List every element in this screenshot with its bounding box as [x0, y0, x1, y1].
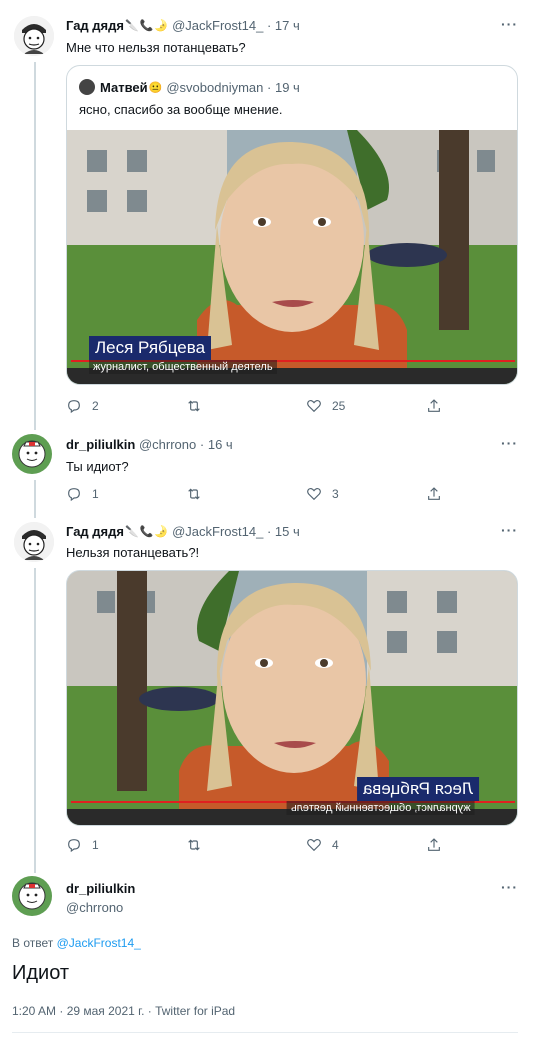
avatar[interactable] — [12, 434, 52, 474]
timestamp[interactable]: 15 ч — [275, 524, 300, 539]
share-button[interactable] — [426, 398, 456, 414]
tweet-header: Гад дядя 🔪 📞 🌛 @JackFrost14_ · 17 ч — [66, 18, 300, 33]
reply-prefix: В ответ — [12, 936, 54, 950]
avatar[interactable] — [14, 16, 54, 56]
display-name[interactable]: dr_piliulkin — [66, 881, 135, 896]
handle[interactable]: @chrrono — [66, 900, 123, 915]
moon-emoji-icon: 🌛 — [154, 20, 169, 32]
video-subcaption: журналист, общественный деятель — [287, 801, 475, 815]
smile-emoji-icon: 😐 — [148, 81, 163, 94]
tweet-text: Ты идиот? — [66, 459, 129, 474]
display-name: Матвей — [100, 79, 148, 95]
handle: @svobodniyman — [166, 79, 264, 95]
like-count: 25 — [332, 399, 346, 413]
reply-icon — [68, 400, 80, 414]
reply-button[interactable]: 2 — [66, 398, 186, 414]
retweet-icon — [188, 400, 200, 412]
reply-count: 1 — [92, 838, 99, 852]
avatar[interactable] — [14, 522, 54, 562]
video-subcaption: журналист, общественный деятель — [89, 360, 277, 374]
reply-count: 1 — [92, 487, 99, 501]
quoted-header: Матвей 😐 @svobodniyman · 19 ч — [79, 79, 300, 95]
tweet-text: Идиот — [12, 962, 70, 984]
video-caption: Леся Рябцева — [89, 336, 212, 360]
retweet-icon — [188, 488, 200, 500]
video-caption: Леся Рябцева — [357, 777, 480, 801]
retweet-button[interactable] — [186, 837, 306, 853]
retweet-button[interactable] — [186, 398, 306, 414]
phone-emoji-icon: 📞 — [139, 526, 154, 538]
separator: · — [267, 79, 272, 95]
reply-button[interactable]: 1 — [66, 837, 186, 853]
video-player[interactable]: Леся Рябцева журналист, общественный дея… — [67, 130, 517, 384]
separator: · — [266, 18, 272, 33]
like-button[interactable]: 3 — [306, 486, 426, 502]
knife-emoji-icon: 🔪 — [124, 526, 139, 538]
phone-emoji-icon: 📞 — [139, 20, 154, 32]
heart-icon — [307, 488, 321, 501]
more-options-icon[interactable]: ··· — [501, 16, 518, 32]
heart-icon — [307, 839, 321, 852]
quoted-text: ясно, спасибо за вообще мнение. — [79, 102, 283, 117]
like-count: 4 — [332, 838, 339, 852]
quoted-tweet[interactable]: Матвей 😐 @svobodniyman · 19 ч ясно, спас… — [66, 65, 518, 385]
tweet-text: Нельзя потанцевать?! — [66, 545, 200, 560]
like-button[interactable]: 25 — [306, 398, 426, 414]
tweet-metadata: 1:20 AM · 29 мая 2021 г. · Twitter for i… — [12, 1004, 236, 1018]
action-bar: 1 3 — [66, 486, 456, 502]
avatar — [79, 79, 95, 95]
action-bar: 1 4 — [66, 837, 456, 853]
knife-emoji-icon: 🔪 — [124, 20, 139, 32]
retweet-icon — [188, 839, 200, 851]
display-name[interactable]: dr_piliulkin — [66, 437, 135, 452]
avatar[interactable] — [12, 876, 52, 916]
reply-icon — [68, 488, 80, 502]
tweet[interactable]: Гад дядя 🔪 📞 🌛 @JackFrost14_ · 15 ч ··· … — [0, 518, 534, 863]
reply-button[interactable]: 1 — [66, 486, 186, 502]
heart-icon — [307, 400, 321, 413]
display-name[interactable]: Гад дядя — [66, 18, 124, 33]
timestamp: 19 ч — [274, 79, 300, 95]
more-options-icon[interactable]: ··· — [501, 435, 518, 451]
video-player[interactable]: Леся Рябцева журналист, общественный дея… — [66, 570, 518, 826]
handle[interactable]: @JackFrost14_ — [172, 18, 263, 33]
handle[interactable]: @chrrono — [139, 437, 196, 452]
like-count: 3 — [332, 487, 339, 501]
share-icon — [428, 838, 440, 851]
tweet-header: dr_piliulkin @chrrono · 16 ч — [66, 437, 233, 452]
timestamp[interactable]: 17 ч — [275, 18, 300, 33]
handle[interactable]: @JackFrost14_ — [172, 524, 263, 539]
more-options-icon[interactable]: ··· — [501, 879, 518, 895]
share-icon — [428, 399, 440, 412]
like-button[interactable]: 4 — [306, 837, 426, 853]
more-options-icon[interactable]: ··· — [501, 522, 518, 538]
tweet[interactable]: Гад дядя 🔪 📞 🌛 @JackFrost14_ · 17 ч ··· … — [0, 0, 534, 420]
display-name[interactable]: Гад дядя — [66, 524, 124, 539]
retweet-button[interactable] — [186, 486, 306, 502]
share-button[interactable] — [426, 837, 456, 853]
reply-context: В ответ @JackFrost14_ — [12, 936, 141, 950]
timestamp[interactable]: 16 ч — [208, 437, 233, 452]
share-button[interactable] — [426, 486, 456, 502]
reply-icon — [68, 839, 80, 853]
reply-count: 2 — [92, 399, 99, 413]
tweet[interactable]: dr_piliulkin @chrrono · 16 ч ··· Ты идио… — [0, 430, 534, 515]
action-bar: 2 25 — [66, 398, 456, 414]
tweet-text: Мне что нельзя потанцевать? — [66, 40, 246, 55]
tweet-header: Гад дядя 🔪 📞 🌛 @JackFrost14_ · 15 ч — [66, 524, 300, 539]
moon-emoji-icon: 🌛 — [154, 526, 169, 538]
separator: · — [266, 524, 272, 539]
share-icon — [428, 487, 440, 500]
separator: · — [199, 437, 205, 452]
divider — [12, 1032, 518, 1033]
reply-handle-link[interactable]: @JackFrost14_ — [57, 936, 141, 950]
